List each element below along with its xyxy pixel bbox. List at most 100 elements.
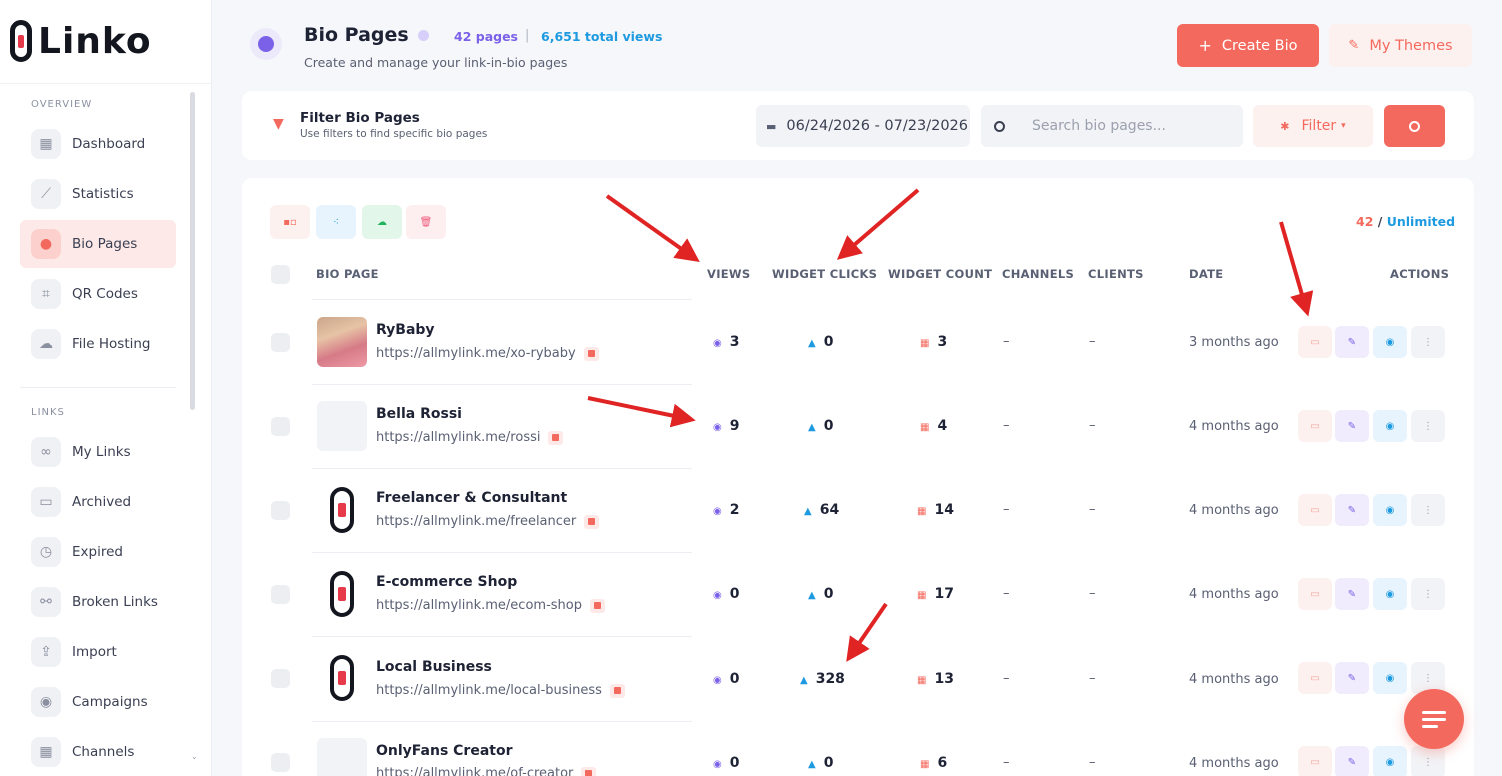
date-cell: 4 months ago <box>1189 419 1279 434</box>
edit-button[interactable]: ✎ <box>1335 578 1369 610</box>
stats-button[interactable]: ▭ <box>1298 662 1332 694</box>
date-range-picker[interactable]: ▬ 06/24/2026 - 07/23/2026 <box>756 105 970 147</box>
bio-name[interactable]: E-commerce Shop <box>376 574 517 590</box>
floating-menu-button[interactable] <box>1404 689 1464 749</box>
create-bio-button[interactable]: + Create Bio <box>1177 24 1319 67</box>
sidebar-item-dashboard[interactable]: ▦ Dashboard <box>20 120 176 168</box>
search-button[interactable] <box>1384 105 1445 147</box>
divider <box>20 387 176 388</box>
bio-url[interactable]: https://allmylink.me/rossi <box>376 430 564 445</box>
views-cell: ◉ 3 <box>713 334 739 350</box>
stats-button[interactable]: ▭ <box>1298 746 1332 776</box>
bulk-cloud-button[interactable]: ☁ <box>362 205 402 239</box>
scroll-down-icon[interactable]: ⌄ <box>191 752 198 761</box>
edit-button[interactable]: ✎ <box>1335 662 1369 694</box>
select-all-checkbox[interactable] <box>271 265 290 284</box>
sidebar-item-channels[interactable]: ▦ Channels <box>20 728 176 776</box>
edit-button[interactable]: ✎ <box>1335 326 1369 358</box>
search-input[interactable] <box>1032 118 1222 134</box>
copy-icon[interactable] <box>589 598 605 613</box>
brand-logo[interactable]: Linko <box>10 20 152 62</box>
filter-icon: ✱ <box>1280 119 1290 133</box>
view-button[interactable]: ◉ <box>1373 410 1407 442</box>
row-checkbox[interactable] <box>271 753 290 772</box>
copy-icon[interactable] <box>584 514 600 529</box>
copy-icon[interactable] <box>609 683 625 698</box>
edit-button[interactable]: ✎ <box>1335 494 1369 526</box>
bulk-select-button[interactable]: ▪▫ <box>270 205 310 239</box>
stats-button[interactable]: ▭ <box>1298 410 1332 442</box>
stats-button[interactable]: ▭ <box>1298 578 1332 610</box>
column-header-views[interactable]: VIEWS <box>707 267 751 281</box>
bio-url[interactable]: https://allmylink.me/local-business <box>376 683 625 698</box>
bio-name[interactable]: Local Business <box>376 659 492 675</box>
bio-url[interactable]: https://allmylink.me/of-creator <box>376 766 597 776</box>
row-checkbox[interactable] <box>271 417 290 436</box>
bio-url-text[interactable]: https://allmylink.me/rossi <box>376 430 540 445</box>
stats-button[interactable]: ▭ <box>1298 494 1332 526</box>
date-cell: 4 months ago <box>1189 503 1279 518</box>
date-cell: 4 months ago <box>1189 756 1279 771</box>
sidebar-scrollbar[interactable] <box>190 92 195 410</box>
bio-url-text[interactable]: https://allmylink.me/xo-rybaby <box>376 346 576 361</box>
bio-url[interactable]: https://allmylink.me/xo-rybaby <box>376 346 599 361</box>
cursor-icon: ▲ <box>808 338 816 349</box>
bulk-delete-button[interactable]: 🗑 <box>406 205 446 239</box>
view-button[interactable]: ◉ <box>1373 662 1407 694</box>
more-button[interactable]: ⋮ <box>1411 326 1445 358</box>
row-checkbox[interactable] <box>271 669 290 688</box>
more-button[interactable]: ⋮ <box>1411 578 1445 610</box>
sidebar-item-qr-codes[interactable]: ⌗ QR Codes <box>20 270 176 318</box>
edit-button[interactable]: ✎ <box>1335 410 1369 442</box>
copy-icon[interactable] <box>583 346 599 361</box>
bio-url-text[interactable]: https://allmylink.me/freelancer <box>376 514 576 529</box>
sidebar-item-bio-pages[interactable]: ● Bio Pages <box>20 220 176 268</box>
bio-url-text[interactable]: https://allmylink.me/of-creator <box>376 766 573 776</box>
bio-name[interactable]: Bella Rossi <box>376 406 462 422</box>
bio-url[interactable]: https://allmylink.me/ecom-shop <box>376 598 605 613</box>
row-checkbox[interactable] <box>271 585 290 604</box>
bio-url-text[interactable]: https://allmylink.me/ecom-shop <box>376 598 582 613</box>
widgets-value: 4 <box>937 418 948 434</box>
view-button[interactable]: ◉ <box>1373 326 1407 358</box>
sidebar-item-broken-links[interactable]: ⚯ Broken Links <box>20 578 176 626</box>
sidebar-item-expired[interactable]: ◷ Expired <box>20 528 176 576</box>
filter-button[interactable]: ✱ Filter ▾ <box>1253 105 1373 147</box>
more-icon: ⋮ <box>1423 756 1433 768</box>
view-button[interactable]: ◉ <box>1373 746 1407 776</box>
sidebar-item-campaigns[interactable]: ◉ Campaigns <box>20 678 176 726</box>
column-header-clients[interactable]: CLIENTS <box>1088 267 1144 281</box>
column-header-date[interactable]: DATE <box>1189 267 1223 281</box>
sidebar-item-archived[interactable]: ▭ Archived <box>20 478 176 526</box>
bio-name[interactable]: Freelancer & Consultant <box>376 490 567 506</box>
view-button[interactable]: ◉ <box>1373 494 1407 526</box>
stats-button[interactable]: ▭ <box>1298 326 1332 358</box>
quota-indicator: 42 / Unlimited <box>1356 214 1455 229</box>
copy-icon[interactable] <box>548 430 564 445</box>
more-button[interactable]: ⋮ <box>1411 410 1445 442</box>
search-field[interactable] <box>981 105 1243 147</box>
bio-url[interactable]: https://allmylink.me/freelancer <box>376 514 600 529</box>
bio-name[interactable]: OnlyFans Creator <box>376 743 513 759</box>
my-themes-button[interactable]: ✎ My Themes <box>1329 24 1472 67</box>
column-header-widget-count[interactable]: WIDGET COUNT <box>888 267 992 281</box>
view-button[interactable]: ◉ <box>1373 578 1407 610</box>
bio-name[interactable]: RyBaby <box>376 322 435 338</box>
column-header-widget-clicks[interactable]: WIDGET CLICKS <box>772 267 877 281</box>
bio-url-text[interactable]: https://allmylink.me/local-business <box>376 683 602 698</box>
bulk-share-button[interactable]: ⁖ <box>316 205 356 239</box>
sidebar-item-my-links[interactable]: ∞ My Links <box>20 428 176 476</box>
sidebar-item-file-hosting[interactable]: ☁ File Hosting <box>20 320 176 368</box>
row-checkbox[interactable] <box>271 333 290 352</box>
page-title: Bio Pages <box>304 24 409 46</box>
column-header-bio-page[interactable]: BIO PAGE <box>316 267 379 281</box>
row-checkbox[interactable] <box>271 501 290 520</box>
edit-button[interactable]: ✎ <box>1335 746 1369 776</box>
copy-icon[interactable] <box>581 766 597 776</box>
more-button[interactable]: ⋮ <box>1411 746 1445 776</box>
filter-title: Filter Bio Pages <box>300 110 420 126</box>
more-button[interactable]: ⋮ <box>1411 494 1445 526</box>
sidebar-item-import[interactable]: ⇪ Import <box>20 628 176 676</box>
sidebar-item-statistics[interactable]: ⟋ Statistics <box>20 170 176 218</box>
column-header-channels[interactable]: CHANNELS <box>1002 267 1074 281</box>
